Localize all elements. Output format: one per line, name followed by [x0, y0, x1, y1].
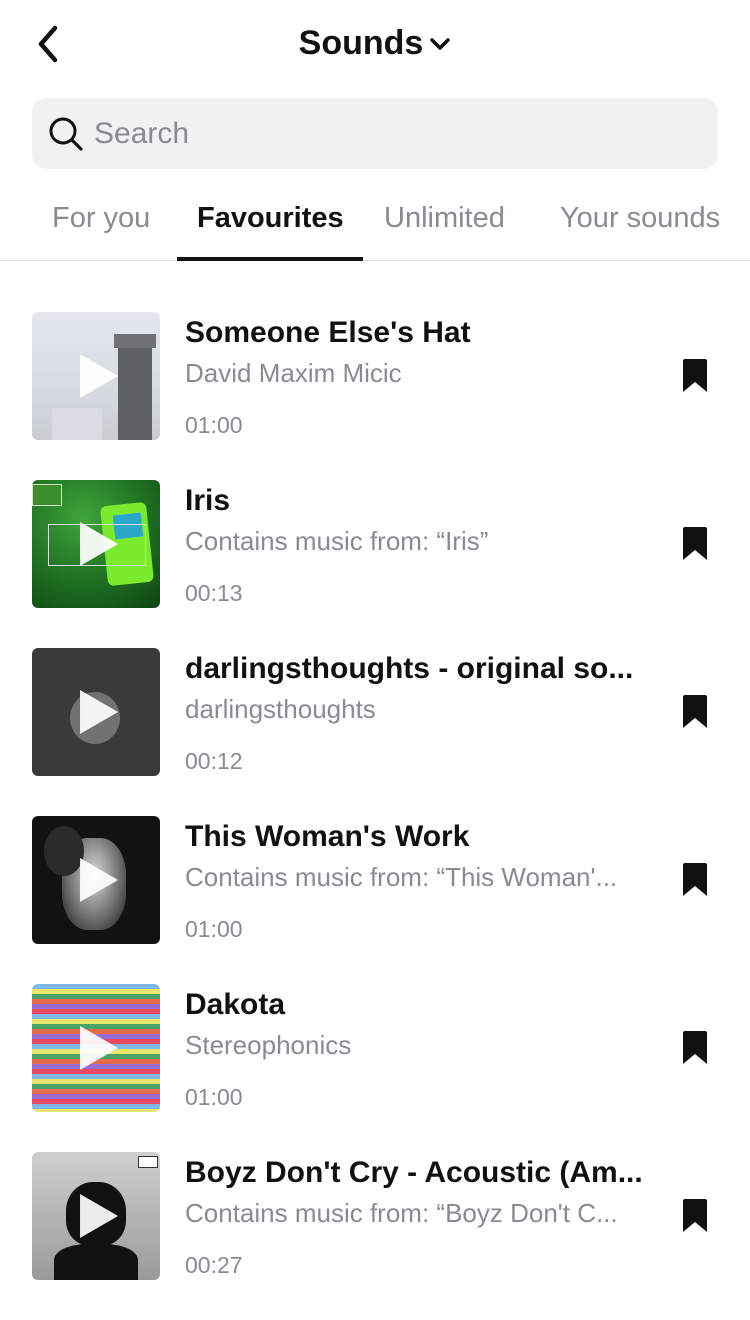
- tab-favourites[interactable]: Favourites: [197, 202, 344, 235]
- sound-item[interactable]: Iris Contains music from: “Iris” 00:13: [0, 480, 750, 648]
- sound-item[interactable]: darlingsthoughts - original so... darlin…: [0, 648, 750, 816]
- header: Sounds: [0, 0, 750, 92]
- search-icon: [46, 114, 86, 154]
- title-dropdown[interactable]: Sounds: [0, 24, 750, 63]
- sound-title: Iris: [185, 484, 231, 517]
- tab-for-you[interactable]: For you: [52, 202, 150, 235]
- sound-duration: 01:00: [185, 1084, 243, 1110]
- sound-duration: 00:13: [185, 580, 243, 606]
- sound-subtitle: darlingsthoughts: [185, 694, 376, 724]
- play-icon: [80, 354, 119, 398]
- bookmark-icon[interactable]: [680, 526, 710, 562]
- page-title: Sounds: [298, 24, 424, 62]
- sound-item[interactable]: Boyz Don't Cry - Acoustic (Am... Contain…: [0, 1152, 750, 1320]
- sound-list: Someone Else's Hat David Maxim Micic 01:…: [0, 312, 750, 1320]
- album-art[interactable]: [32, 1152, 160, 1280]
- tab-unlimited[interactable]: Unlimited: [384, 202, 505, 235]
- bookmark-icon[interactable]: [680, 862, 710, 898]
- play-icon: [80, 858, 119, 902]
- tab-bar: For you Favourites Unlimited Your sounds: [0, 180, 750, 261]
- sound-item[interactable]: This Woman's Work Contains music from: “…: [0, 816, 750, 984]
- search-bar[interactable]: [32, 98, 718, 169]
- play-icon: [80, 690, 119, 734]
- play-icon: [80, 1194, 119, 1238]
- play-icon: [80, 522, 119, 566]
- bookmark-icon[interactable]: [680, 358, 710, 394]
- sound-item[interactable]: Dakota Stereophonics 01:00: [0, 984, 750, 1152]
- sound-duration: 00:27: [185, 1252, 243, 1278]
- tab-your-sounds[interactable]: Your sounds: [560, 202, 720, 235]
- sound-title: Someone Else's Hat: [185, 316, 471, 349]
- sound-item[interactable]: Someone Else's Hat David Maxim Micic 01:…: [0, 312, 750, 480]
- album-art[interactable]: [32, 984, 160, 1112]
- sound-duration: 01:00: [185, 916, 243, 942]
- chevron-down-icon: [430, 37, 451, 50]
- sound-subtitle: Stereophonics: [185, 1030, 352, 1060]
- play-icon: [80, 1026, 119, 1070]
- sound-title: Boyz Don't Cry - Acoustic (Am...: [185, 1156, 643, 1189]
- sound-subtitle: Contains music from: “This Woman'...: [185, 862, 618, 892]
- bookmark-icon[interactable]: [680, 694, 710, 730]
- sound-subtitle: David Maxim Micic: [185, 358, 402, 388]
- album-art[interactable]: [32, 312, 160, 440]
- sound-subtitle: Contains music from: “Boyz Don't C...: [185, 1198, 618, 1228]
- album-art[interactable]: [32, 816, 160, 944]
- sound-duration: 01:00: [185, 412, 243, 438]
- bookmark-icon[interactable]: [680, 1030, 710, 1066]
- album-art[interactable]: [32, 480, 160, 608]
- bookmark-icon[interactable]: [680, 1198, 710, 1234]
- search-input[interactable]: [92, 115, 676, 152]
- sound-title: darlingsthoughts - original so...: [185, 652, 634, 685]
- active-tab-indicator: [177, 257, 363, 261]
- sound-title: This Woman's Work: [185, 820, 470, 853]
- sound-title: Dakota: [185, 988, 286, 1021]
- sound-duration: 00:12: [185, 748, 243, 774]
- sound-subtitle: Contains music from: “Iris”: [185, 526, 489, 556]
- album-art[interactable]: [32, 648, 160, 776]
